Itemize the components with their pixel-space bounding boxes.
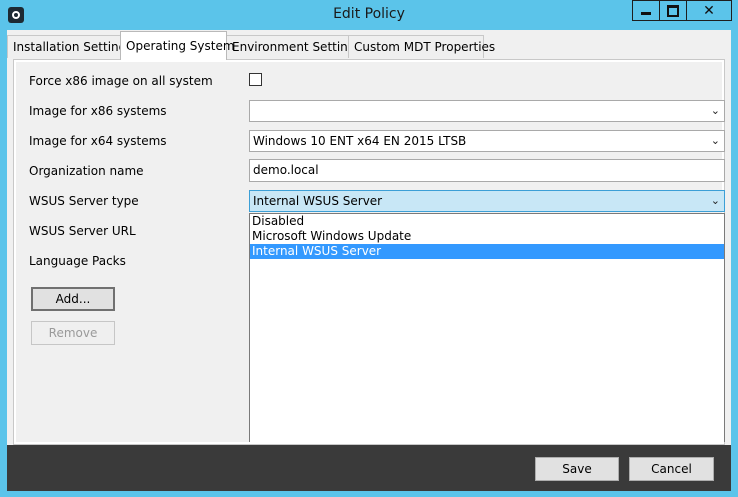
close-button[interactable]: ✕ [686, 0, 732, 21]
image-x86-label: Image for x86 systems [29, 104, 167, 118]
organization-name-input[interactable]: demo.local [249, 159, 725, 182]
maximize-icon [667, 4, 679, 17]
chevron-down-icon: ⌄ [710, 104, 720, 117]
tab-panel-operating-system: Force x86 image on all system Image for … [13, 59, 725, 445]
remove-language-pack-button[interactable]: Remove [31, 321, 115, 345]
dialog-footer: Save Cancel [7, 445, 731, 491]
organization-name-label: Organization name [29, 164, 144, 178]
image-x64-select[interactable]: Windows 10 ENT x64 EN 2015 LTSB ⌄ [249, 130, 725, 152]
tab-environment-settings[interactable]: Environment Settings [226, 35, 362, 58]
title-bar[interactable]: Edit Policy ✕ [0, 0, 738, 30]
edit-policy-window: Edit Policy ✕ Installation Settings Oper… [0, 0, 738, 497]
wsus-server-type-select[interactable]: Internal WSUS Server ⌄ [249, 190, 725, 212]
maximize-button[interactable] [659, 0, 687, 21]
tab-custom-mdt-properties[interactable]: Custom MDT Properties [348, 35, 495, 58]
cancel-button[interactable]: Cancel [629, 457, 714, 481]
chevron-down-icon: ⌄ [710, 134, 720, 147]
chevron-down-icon: ⌄ [710, 194, 720, 207]
dropdown-option-internal-wsus-server[interactable]: Internal WSUS Server [250, 244, 724, 259]
dropdown-option-disabled[interactable]: Disabled [250, 214, 724, 229]
dropdown-option-microsoft-windows-update[interactable]: Microsoft Windows Update [250, 229, 724, 244]
wsus-server-url-label: WSUS Server URL [29, 224, 136, 238]
form-area: Force x86 image on all system Image for … [16, 62, 725, 442]
tab-strip: Installation Settings Operating System E… [7, 30, 731, 60]
add-language-pack-button[interactable]: Add... [31, 287, 115, 311]
image-x64-value: Windows 10 ENT x64 EN 2015 LTSB [253, 134, 467, 148]
wsus-server-type-label: WSUS Server type [29, 194, 139, 208]
minimize-button[interactable] [632, 0, 660, 21]
minimize-icon [641, 12, 651, 15]
save-button[interactable]: Save [535, 457, 619, 481]
wsus-server-type-dropdown-list: Disabled Microsoft Windows Update Intern… [249, 213, 725, 442]
dialog-client-area: Installation Settings Operating System E… [7, 30, 731, 491]
tab-installation-settings[interactable]: Installation Settings [7, 35, 133, 58]
tab-operating-system[interactable]: Operating System [120, 31, 235, 60]
wsus-server-type-value: Internal WSUS Server [253, 194, 383, 208]
language-packs-label: Language Packs [29, 254, 126, 268]
force-x86-checkbox[interactable] [249, 73, 262, 86]
window-title: Edit Policy [333, 6, 405, 22]
close-icon: ✕ [703, 2, 715, 19]
image-x64-label: Image for x64 systems [29, 134, 167, 148]
force-x86-label: Force x86 image on all system [29, 74, 213, 88]
image-x86-select[interactable]: ⌄ [249, 100, 725, 122]
